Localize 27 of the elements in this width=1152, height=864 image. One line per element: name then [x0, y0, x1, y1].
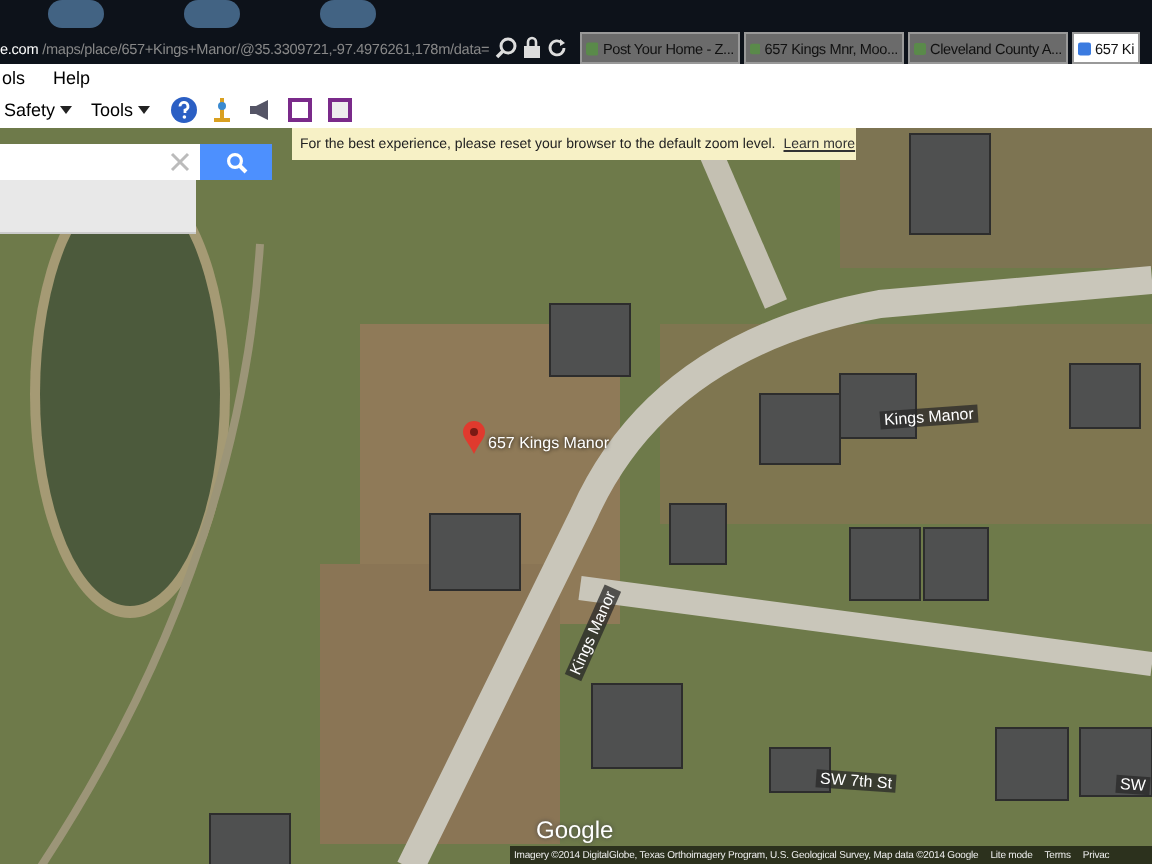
search-button[interactable] — [200, 144, 272, 180]
quick-launch-icon[interactable] — [184, 0, 240, 28]
satellite-map-drawing[interactable] — [0, 128, 1152, 864]
notebook-icon[interactable] — [325, 96, 354, 124]
lock-icon[interactable] — [521, 36, 542, 60]
help-icon[interactable] — [169, 96, 198, 124]
map-logo: Google — [536, 816, 614, 844]
toolbar-menu[interactable]: Tools — [91, 100, 150, 120]
search-icon[interactable] — [493, 36, 518, 60]
favicon-icon — [914, 37, 927, 59]
favicon-icon — [586, 37, 599, 59]
menu-item[interactable]: Help — [53, 68, 91, 88]
caret-icon — [137, 106, 150, 114]
refresh-icon[interactable] — [545, 36, 568, 60]
toolbar-menu[interactable]: Safety — [4, 100, 72, 120]
map-pin-icon[interactable] — [462, 420, 486, 456]
pin-label[interactable]: 657 Kings Manor — [488, 434, 609, 452]
search-icon — [225, 151, 247, 173]
megaphone-icon[interactable] — [245, 96, 274, 124]
quick-launch-icon[interactable] — [48, 0, 104, 28]
caret-icon — [59, 106, 72, 114]
search-field[interactable] — [0, 144, 200, 180]
menu-item[interactable]: ols — [2, 68, 26, 88]
favicon-icon — [1078, 37, 1091, 59]
quick-launch-icon[interactable] — [320, 0, 376, 28]
notebook-icon[interactable] — [285, 96, 314, 124]
toolbar-icon[interactable] — [209, 96, 234, 124]
